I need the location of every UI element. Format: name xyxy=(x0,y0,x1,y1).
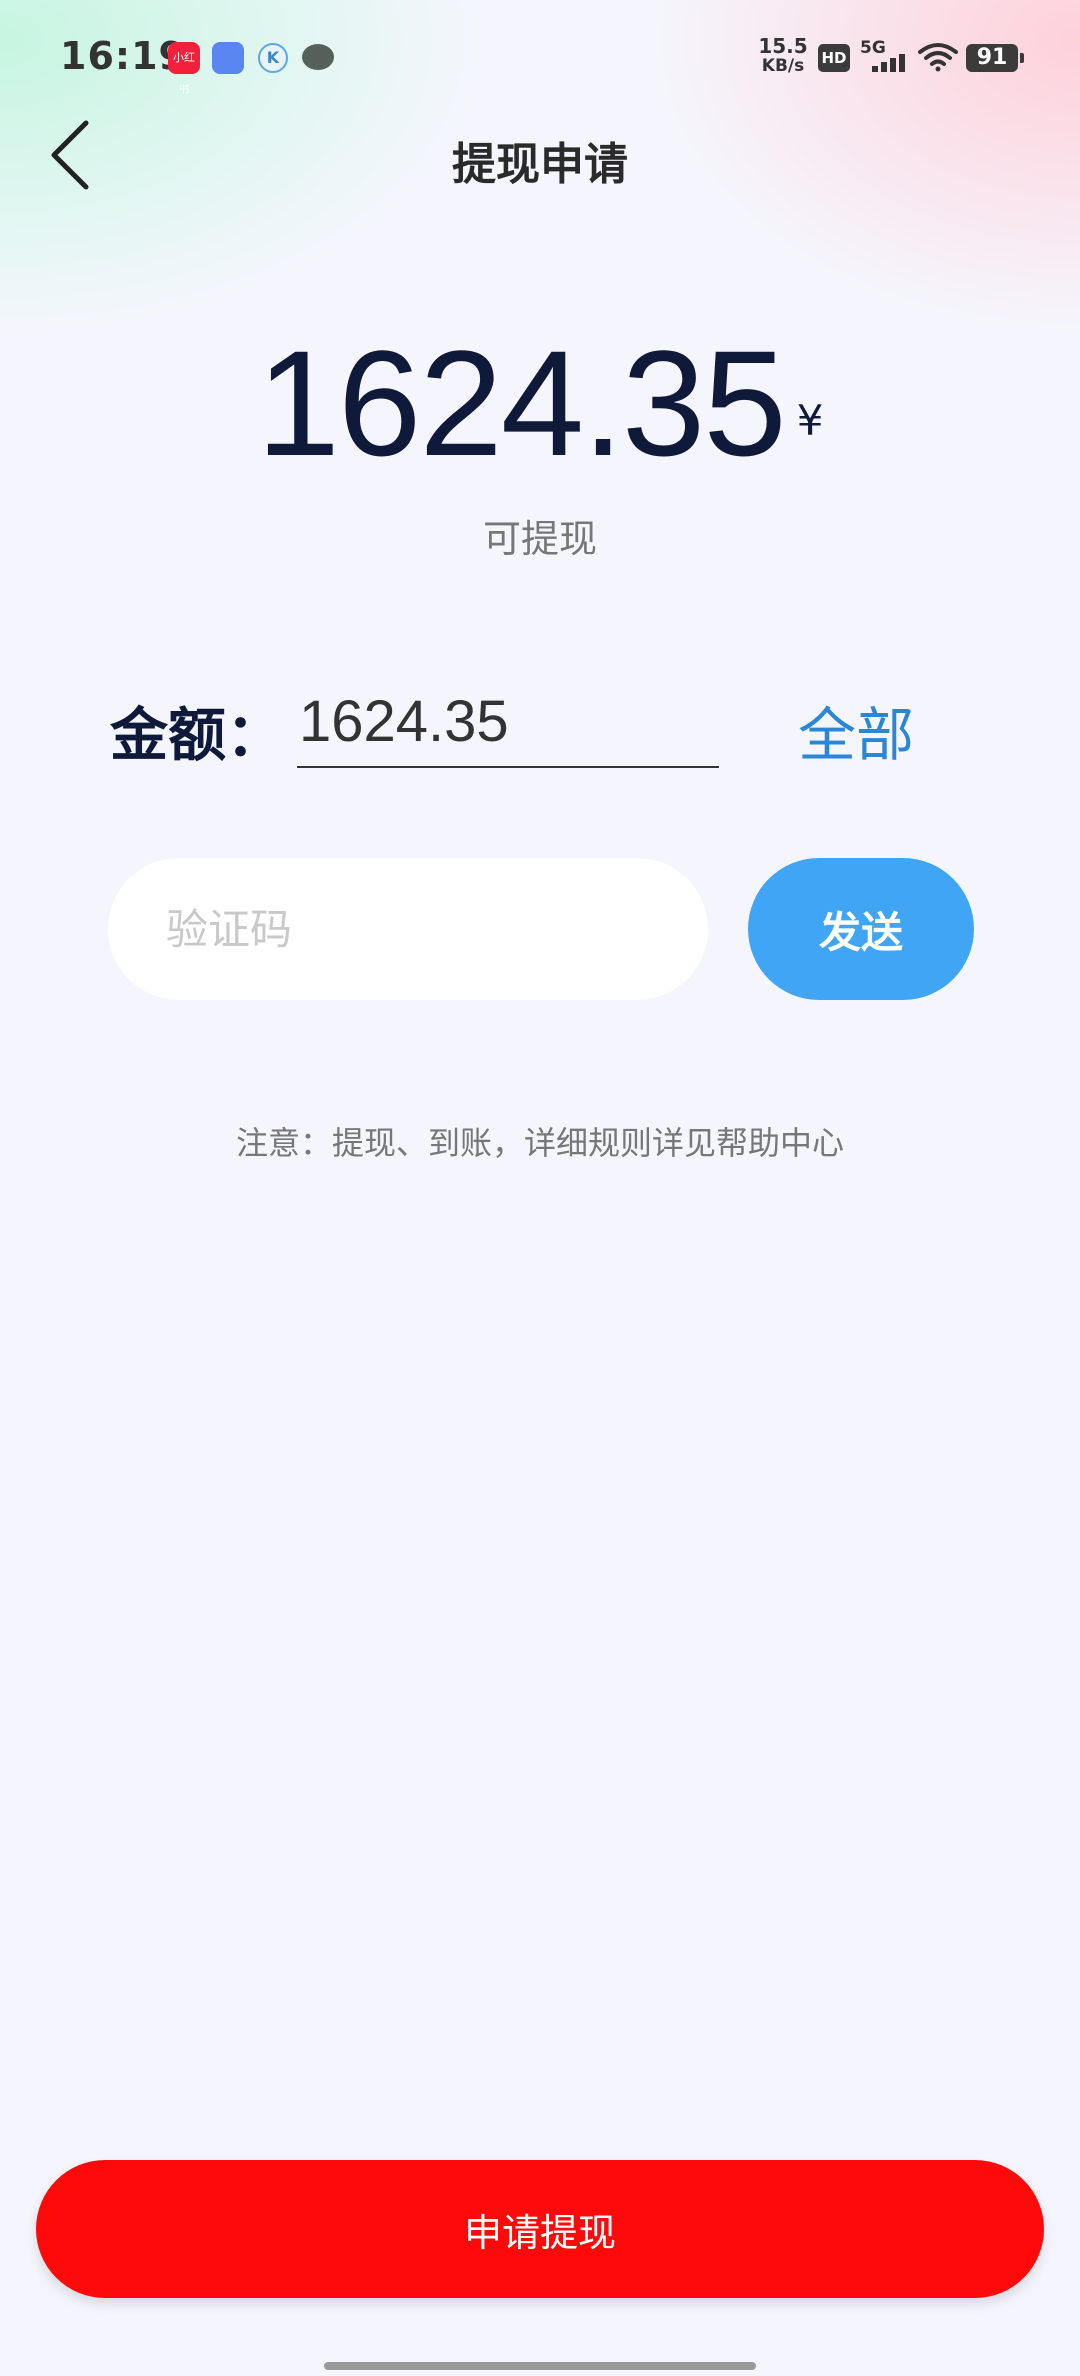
xiaohongshu-notification-icon: 小红书 xyxy=(168,42,200,96)
amount-input[interactable] xyxy=(297,676,719,768)
available-balance: 1624.35 ¥ xyxy=(0,318,1080,488)
verification-code-input[interactable] xyxy=(108,858,708,1000)
apply-withdraw-button[interactable]: 申请提现 xyxy=(36,2160,1044,2298)
currency-symbol: ¥ xyxy=(796,396,824,445)
send-code-button[interactable]: 发送 xyxy=(748,858,974,1000)
network-speed: 15.5 KB/s xyxy=(758,34,808,76)
chat-notification-icon xyxy=(302,44,334,70)
hd-badge: HD xyxy=(818,44,850,72)
signal-icon xyxy=(872,52,910,72)
status-bar: 16:19 小红书 K 15.5 KB/s HD 5G 91 xyxy=(0,0,1080,110)
app-notification-icon xyxy=(212,42,244,74)
page-title: 提现申请 xyxy=(452,139,628,190)
amount-label: 金额： xyxy=(110,701,285,769)
wifi-icon xyxy=(918,43,958,72)
home-indicator[interactable] xyxy=(324,2362,756,2370)
balance-amount: 1624.35 xyxy=(256,319,787,487)
balance-label: 可提现 xyxy=(482,517,597,561)
notice-text: 注意：提现、到账，详细规则详见帮助中心 xyxy=(235,1124,844,1162)
k-app-notification-icon: K xyxy=(258,43,288,73)
battery-icon: 91 xyxy=(966,44,1024,72)
withdraw-all-link[interactable]: 全部 xyxy=(798,688,914,772)
